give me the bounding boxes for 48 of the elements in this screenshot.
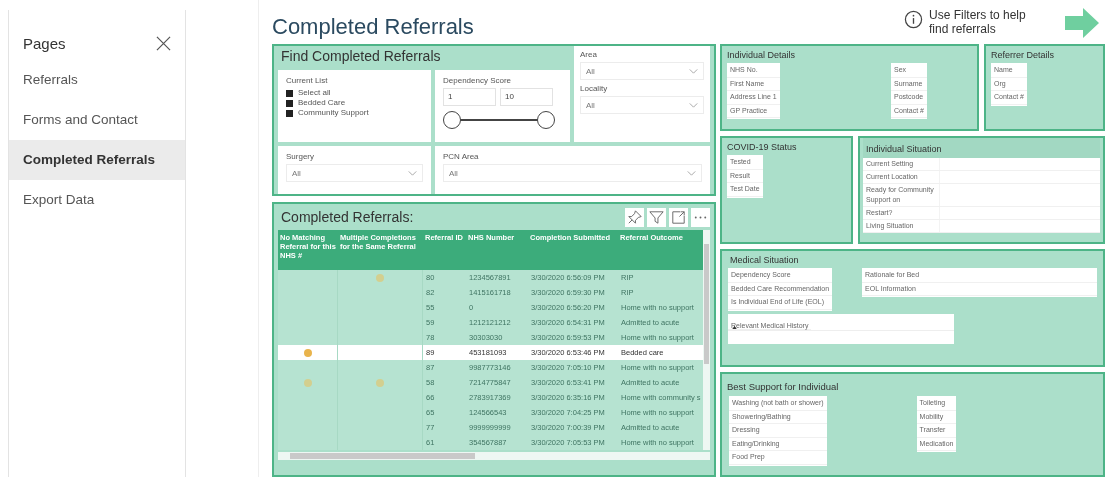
chevron-icon	[689, 68, 698, 74]
focus-mode-icon[interactable]	[669, 207, 688, 227]
horizontal-scrollbar[interactable]	[278, 452, 710, 460]
area-dropdown[interactable]: All	[580, 62, 704, 80]
surgery-dropdown[interactable]: All	[286, 164, 423, 182]
chevron-icon	[689, 102, 698, 108]
chevron-icon	[687, 170, 696, 176]
slicer-label: Current List	[286, 76, 329, 85]
max-field[interactable]: 10	[500, 88, 553, 106]
option-label: Select all	[298, 88, 331, 98]
page-link[interactable]: Export Data	[9, 180, 185, 220]
slicer-label: Area	[580, 50, 598, 59]
panel-title: Individual Details	[726, 49, 797, 62]
panel-title: Best Support for Individual	[726, 380, 840, 394]
chevron-icon	[408, 170, 417, 176]
panel-title: Find Completed Referrals	[280, 47, 442, 66]
page-link[interactable]: Completed Referrals	[9, 140, 185, 180]
checkbox[interactable]	[286, 89, 293, 97]
vertical-scrollbar[interactable]	[703, 230, 710, 450]
panel-title: COVID-19 Status	[726, 141, 798, 154]
range-slider[interactable]	[443, 111, 555, 129]
pin-icon[interactable]	[625, 207, 644, 227]
page-title: Completed Referrals	[272, 14, 474, 41]
close-icon[interactable]	[156, 35, 171, 51]
pcn-dropdown[interactable]: All	[443, 164, 702, 182]
pages-title: Pages	[23, 34, 66, 52]
option-label: Community Support	[298, 108, 369, 118]
checkbox[interactable]	[286, 99, 293, 107]
slider-thumb[interactable]	[443, 111, 461, 129]
slider-thumb[interactable]	[537, 111, 555, 129]
min-field[interactable]: 1	[443, 88, 496, 106]
slicer-label: Dependency Score	[443, 76, 513, 85]
option-label: Bedded Care	[298, 98, 346, 108]
panel-title: Medical Situation	[729, 254, 800, 267]
panel-title: Individual Situation	[863, 138, 1100, 158]
panel-title: Completed Referrals:	[280, 208, 415, 227]
slicer-label: Surgery	[286, 152, 315, 161]
page-link[interactable]: Referrals	[9, 60, 185, 100]
hint-text: Use Filters to help find referrals	[929, 8, 1027, 36]
locality-dropdown[interactable]: All	[580, 96, 704, 114]
page-link[interactable]: Forms and Contact	[9, 100, 185, 140]
slicer-label: PCN Area	[443, 152, 480, 161]
info-icon	[904, 10, 923, 29]
slicer-label: Locality	[580, 84, 609, 93]
panel-title: Referrer Details	[990, 49, 1056, 62]
sort-icon[interactable]	[732, 325, 737, 329]
checkbox[interactable]	[286, 109, 293, 117]
filter-icon[interactable]	[647, 207, 666, 227]
